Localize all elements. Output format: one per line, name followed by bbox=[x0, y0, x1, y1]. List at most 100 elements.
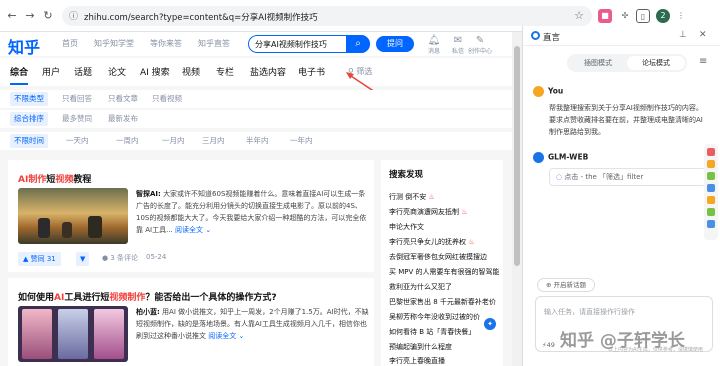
bot-label: GLM-WEB bbox=[533, 152, 588, 163]
tool-icon[interactable] bbox=[707, 172, 715, 180]
search-box[interactable]: 分享AI视频制作技巧 ⌕ bbox=[248, 35, 370, 53]
trending-item[interactable]: 李行亮只争女儿的抚养权 ♨ bbox=[389, 237, 499, 247]
trending-item[interactable]: 如何看待 B 站「青春快餐」 bbox=[389, 327, 499, 337]
chip-one-month[interactable]: 一月内 bbox=[158, 134, 189, 148]
notifications-icon[interactable]: 🔔︎ 消息 bbox=[422, 35, 446, 55]
chip-half-year[interactable]: 半年内 bbox=[242, 134, 273, 148]
tool-icon[interactable] bbox=[707, 160, 715, 168]
result-title[interactable]: 如何使用AI工具进行短视频制作？能否给出一个具体的操作方式? bbox=[18, 290, 277, 303]
float-assistant-icon[interactable]: ✦ bbox=[484, 318, 496, 330]
bookmark-star-icon[interactable]: ☆ bbox=[574, 9, 584, 22]
tab-papers[interactable]: 论文 bbox=[108, 65, 126, 78]
zhihu-header: 知乎 首页 知乎知学堂 等你来答 知乎直答 分享AI视频制作技巧 ⌕ 提问 🔔︎… bbox=[0, 32, 512, 58]
chip-any-time[interactable]: 不限时间 bbox=[10, 134, 48, 148]
pin-icon[interactable]: ⊥ bbox=[679, 30, 687, 40]
search-input[interactable]: 分享AI视频制作技巧 bbox=[255, 39, 327, 50]
mode-forum[interactable]: 论坛模式 bbox=[627, 56, 685, 70]
filter-row-type: 不限类型 只看回答 只看文章 只看视频 bbox=[0, 90, 512, 108]
tool-icon[interactable] bbox=[707, 220, 715, 228]
result-title[interactable]: AI制作短视频教程 bbox=[18, 172, 91, 185]
puzzle-icon[interactable]: ✣ bbox=[618, 9, 632, 23]
chip-three-months[interactable]: 三月内 bbox=[198, 134, 229, 148]
nav-waiting-answers[interactable]: 等你来答 bbox=[150, 38, 182, 49]
tool-icon[interactable] bbox=[707, 196, 715, 204]
forward-button[interactable]: → bbox=[22, 8, 38, 24]
trending-item[interactable]: 吴柳芳称今年没收到过被的价 bbox=[389, 312, 499, 322]
comment-count[interactable]: ● 3 条评论 bbox=[102, 253, 138, 263]
chip-sort-default[interactable]: 综合排序 bbox=[10, 112, 48, 126]
tab-videos[interactable]: 视频 bbox=[182, 65, 200, 78]
user-message: 帮我整理搜索到关于分享AI视频制作技巧的内容。要求点赞收藏排名要在前，并整理成电… bbox=[549, 104, 703, 136]
tab-comprehensive[interactable]: 综合 bbox=[10, 65, 29, 85]
chip-one-day[interactable]: 一天内 bbox=[62, 134, 93, 148]
watermark-caption: 以上内容为AI生成，仅供参考，请谨慎使用 bbox=[608, 347, 703, 353]
chip-one-week[interactable]: 一周内 bbox=[112, 134, 143, 148]
chip-one-year[interactable]: 一年内 bbox=[286, 134, 317, 148]
close-icon[interactable]: ✕ bbox=[699, 30, 707, 40]
chip-sort-votes[interactable]: 最多赞同 bbox=[58, 112, 96, 126]
result-date: 05-24 bbox=[146, 253, 167, 261]
result-thumbnail[interactable] bbox=[18, 188, 128, 244]
filter-row-sort: 综合排序 最多赞同 最新发布 bbox=[0, 110, 512, 128]
creator-center-icon[interactable]: ✎ 创作中心 bbox=[468, 35, 492, 55]
user-avatar bbox=[533, 86, 544, 97]
trending-item[interactable]: 预编起骗到什么程度 bbox=[389, 342, 499, 352]
tab-topics[interactable]: 话题 bbox=[74, 65, 92, 78]
assistant-side-panel: 直言 ⊥ ✕ 插图模式 论坛模式 ≡ You 帮我整理搜索到关于分享AI视频制作… bbox=[522, 26, 720, 366]
nav-zhixuetang[interactable]: 知乎知学堂 bbox=[94, 38, 134, 49]
result-thumbnail[interactable] bbox=[18, 306, 128, 362]
upvote-button[interactable]: ▲ 赞同 31 bbox=[18, 252, 61, 266]
browser-menu-icon[interactable]: ⋮ bbox=[674, 9, 688, 23]
downvote-button[interactable]: ▼ bbox=[76, 252, 90, 266]
side-panel-icon[interactable]: ▯ bbox=[636, 9, 650, 23]
site-info-icon[interactable]: ⓘ bbox=[69, 9, 78, 22]
mode-switch: 插图模式 论坛模式 bbox=[567, 54, 687, 72]
reload-button[interactable]: ↻ bbox=[40, 8, 56, 24]
scrollbar-thumb[interactable] bbox=[514, 46, 520, 266]
address-bar[interactable]: ⓘ zhihu.com/search?type=content&q=分享AI视频… bbox=[62, 6, 592, 26]
menu-icon[interactable]: ≡ bbox=[699, 56, 707, 67]
zhihu-logo[interactable]: 知乎 bbox=[8, 34, 40, 58]
tab-columns[interactable]: 专栏 bbox=[216, 65, 234, 78]
trending-item[interactable]: 巴黎世家售出 8 千元最新春补老价 bbox=[389, 297, 499, 307]
user-label: You bbox=[533, 86, 563, 97]
chip-answers-only[interactable]: 只看回答 bbox=[58, 92, 96, 106]
trending-item[interactable]: 李行亮上春晚直播 bbox=[389, 356, 499, 366]
profile-avatar[interactable]: 2 bbox=[656, 9, 670, 23]
trending-item[interactable]: 买 MPV 的人需要车有很强的智驾能力吗？ bbox=[389, 267, 499, 277]
tab-users[interactable]: 用户 bbox=[42, 65, 60, 78]
tab-premium[interactable]: 盐选内容 bbox=[250, 65, 286, 78]
trending-item[interactable]: 行测 倒不安 ♨ bbox=[389, 192, 499, 202]
tab-ai-search[interactable]: AI 搜索 bbox=[140, 65, 170, 78]
search-icon[interactable]: ⌕ bbox=[346, 35, 370, 53]
nav-zhida[interactable]: 知乎直答 bbox=[198, 38, 230, 49]
assistant-logo-icon bbox=[531, 31, 540, 40]
zhihu-page: 知乎 首页 知乎知学堂 等你来答 知乎直答 分享AI视频制作技巧 ⌕ 提问 🔔︎… bbox=[0, 32, 512, 366]
trending-item[interactable]: 去倒冠军奢侈包女网红被摸搜边 bbox=[389, 252, 499, 262]
back-button[interactable]: ← bbox=[4, 8, 20, 24]
chip-videos-only[interactable]: 只看视频 bbox=[148, 92, 186, 106]
read-more-link[interactable]: 阅读全文 ⌄ bbox=[208, 332, 244, 340]
chip-articles-only[interactable]: 只看文章 bbox=[104, 92, 142, 106]
trending-item[interactable]: 救利亚为什么又犯了 bbox=[389, 282, 499, 292]
action-step[interactable]: ◌ 点击 - the 「筛选」filter bbox=[549, 168, 707, 186]
extension-icon[interactable]: ■ bbox=[598, 9, 612, 23]
chip-any-type[interactable]: 不限类型 bbox=[10, 92, 48, 106]
chip-sort-newest[interactable]: 最新发布 bbox=[104, 112, 142, 126]
trending-item[interactable]: 申论大作文 bbox=[389, 222, 499, 232]
panel-header: 直言 ⊥ ✕ bbox=[523, 26, 720, 46]
tool-icon[interactable] bbox=[707, 184, 715, 192]
tool-icon[interactable] bbox=[707, 148, 715, 156]
page-scrollbar[interactable] bbox=[512, 32, 522, 366]
nav-home[interactable]: 首页 bbox=[62, 38, 78, 49]
new-topic-button[interactable]: ⊕ 开启新话题 bbox=[537, 278, 595, 292]
trending-item[interactable]: 李行亮商演遭网友抵制 ♨ bbox=[389, 207, 499, 217]
tab-ebooks[interactable]: 电子书 bbox=[298, 65, 325, 78]
plus-icon: ⊕ bbox=[545, 281, 552, 289]
read-more-link[interactable]: 阅读全文 ⌄ bbox=[175, 226, 211, 234]
ask-button[interactable]: 提问 bbox=[376, 36, 414, 52]
tool-icon[interactable] bbox=[707, 208, 715, 216]
mode-illustration[interactable]: 插图模式 bbox=[569, 56, 627, 70]
messages-icon[interactable]: ✉ 私信 bbox=[446, 35, 470, 55]
search-type-tabs: 综合 用户 话题 论文 AI 搜索 视频 专栏 盐选内容 电子书 ⚲ 筛选 bbox=[0, 58, 512, 86]
